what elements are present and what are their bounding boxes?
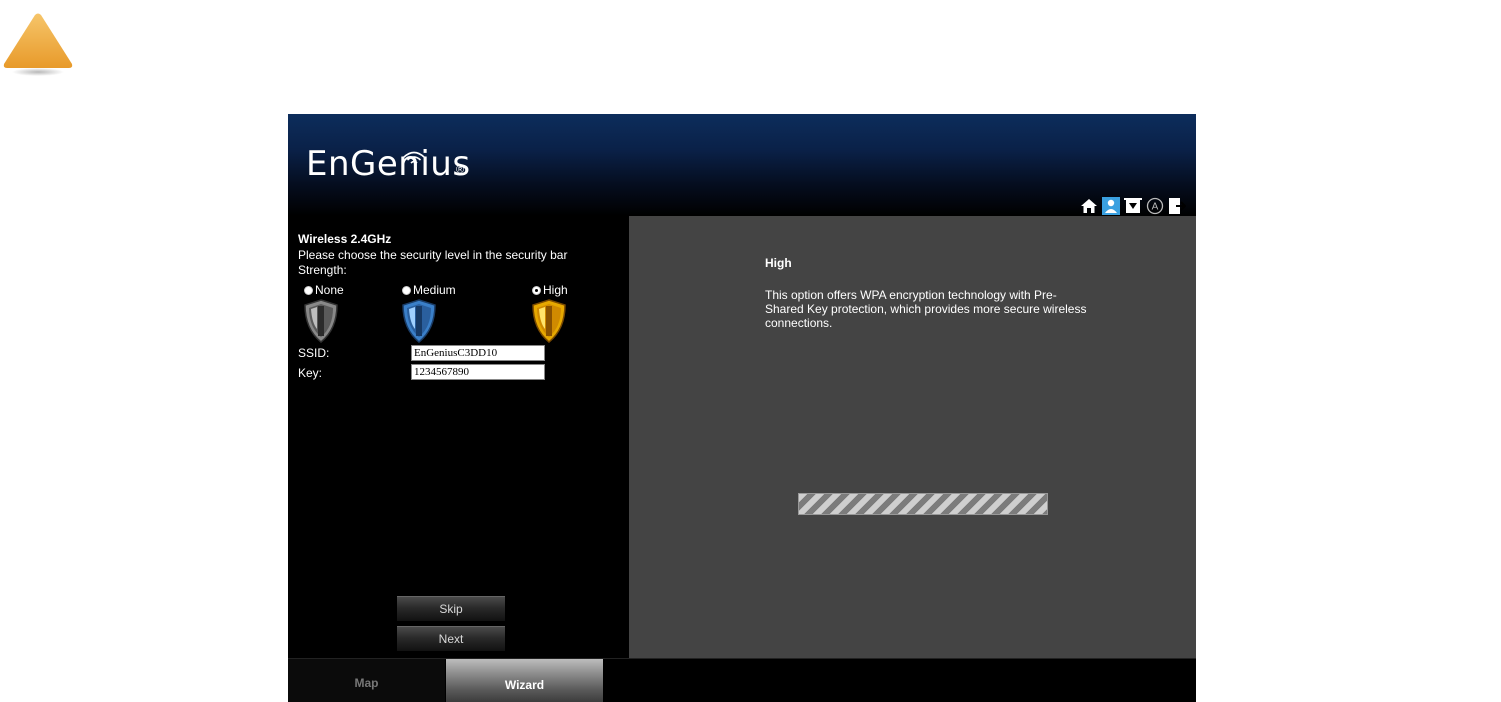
radio-none[interactable]: None xyxy=(304,283,344,297)
network-icon[interactable] xyxy=(1123,196,1142,215)
user-icon[interactable] xyxy=(1101,196,1120,215)
instruction-text: Please choose the security level in the … xyxy=(298,248,568,262)
radio-label: High xyxy=(543,283,568,297)
radio-button[interactable] xyxy=(304,285,313,295)
tab-map[interactable]: Map xyxy=(288,659,445,702)
radio-medium[interactable]: Medium xyxy=(402,283,456,297)
panel-title: Wireless 2.4GHz xyxy=(298,232,392,246)
warning-triangle-icon xyxy=(2,12,74,78)
detail-panel: High This option offers WPA encryption t… xyxy=(629,216,1196,658)
detail-description: This option offers WPA encryption techno… xyxy=(765,288,1087,330)
toolbar-icons: A xyxy=(1079,196,1186,215)
router-ui-frame: EnGenius ® A Wireless 2.4GHz Please choo… xyxy=(288,114,1196,702)
home-icon[interactable] xyxy=(1079,196,1098,215)
next-button[interactable]: Next xyxy=(397,626,505,651)
header: EnGenius ® A xyxy=(288,114,1196,216)
detail-title: High xyxy=(765,256,792,270)
radio-high[interactable]: High xyxy=(532,283,568,297)
ssid-label: SSID: xyxy=(298,346,330,360)
svg-text:A: A xyxy=(1151,201,1158,212)
wifi-logo-icon xyxy=(403,151,425,164)
strength-label: Strength: xyxy=(298,263,347,277)
engenius-logo: EnGenius xyxy=(306,144,471,184)
registered-mark: ® xyxy=(456,164,465,176)
radio-button[interactable] xyxy=(402,285,411,295)
radio-button[interactable] xyxy=(532,285,541,295)
shield-high-icon[interactable] xyxy=(531,299,567,343)
shield-none-icon[interactable] xyxy=(303,299,339,343)
logout-icon[interactable] xyxy=(1167,196,1186,215)
progress-bar xyxy=(798,493,1048,515)
wizard-panel: Wireless 2.4GHz Please choose the securi… xyxy=(288,216,629,658)
radio-label: Medium xyxy=(413,283,456,297)
bottom-tab-bar: Map Wizard xyxy=(288,658,1196,702)
ssid-input[interactable]: EnGeniusC3DD10 xyxy=(411,345,545,361)
shield-medium-icon[interactable] xyxy=(401,299,437,343)
a-circle-icon[interactable]: A xyxy=(1145,196,1164,215)
key-input[interactable]: 1234567890 xyxy=(411,364,545,380)
tab-wizard[interactable]: Wizard xyxy=(446,659,603,702)
progress-fill xyxy=(799,494,1047,514)
radio-label: None xyxy=(315,283,344,297)
skip-button[interactable]: Skip xyxy=(397,596,505,621)
key-label: Key: xyxy=(298,366,323,380)
